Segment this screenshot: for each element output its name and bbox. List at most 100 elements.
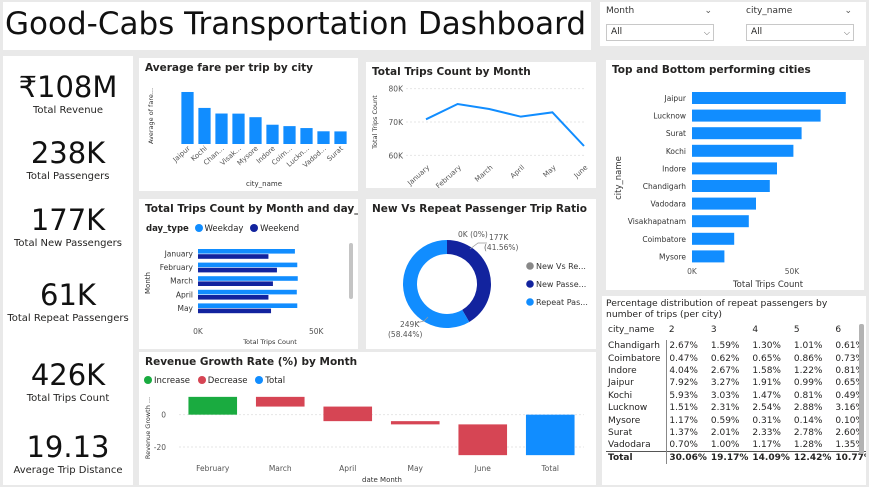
city-slicer-label: city_name xyxy=(746,6,793,16)
column-header[interactable]: 2 xyxy=(667,320,709,340)
y-axis-label: city_name xyxy=(614,156,624,200)
bar xyxy=(266,124,279,144)
table-row: Surat 1.37% 2.01% 2.33% 2.78% 2.60% xyxy=(606,426,866,440)
chevron-down-icon[interactable]: ⌄ xyxy=(844,4,852,18)
tick-label: 80K xyxy=(389,85,405,94)
top-bottom-panel[interactable]: Top and Bottom performing cities Jaipur L… xyxy=(606,60,864,290)
kpi-total-passengers: 238K Total Passengers xyxy=(3,136,133,182)
tick-label: June xyxy=(572,164,589,181)
trips-month-chart[interactable]: 60K 70K 80K January February March April May Jun… xyxy=(366,62,596,188)
pie-slice xyxy=(447,240,491,322)
top-bottom-chart[interactable]: Jaipur Lucknow Surat Kochi Indore Chandigarh V… xyxy=(606,60,864,290)
new-repeat-chart[interactable]: 0K (0%) 177K(41.56%)249K(58.44%)New Vs Re… xyxy=(366,199,596,349)
bar xyxy=(198,249,295,254)
table-cell: 5.93% xyxy=(669,390,698,401)
table-cell: 1.17% xyxy=(752,440,781,451)
dashboard-title: Good-Cabs Transportation Dashboard xyxy=(5,6,587,42)
title-panel: Good-Cabs Transportation Dashboard xyxy=(3,2,591,50)
table-scrollbar[interactable] xyxy=(859,324,864,454)
table-cell: 1.28% xyxy=(793,440,823,451)
table-cell: 2.88% xyxy=(793,403,823,414)
bar xyxy=(692,109,821,122)
table-cell: 0.81% xyxy=(793,390,823,401)
table-cell: Kochi xyxy=(606,389,668,402)
bar xyxy=(390,421,440,425)
tick-label: 60K xyxy=(389,151,405,160)
bar xyxy=(692,127,802,140)
kpi-value: 426K xyxy=(30,358,106,392)
tick-label: February xyxy=(435,164,463,188)
new-repeat-panel[interactable]: New Vs Repeat Passenger Trip Ratio 0K (0… xyxy=(366,199,596,349)
month-slicer: Month ⌄ All ⌵ xyxy=(606,4,714,41)
column-header[interactable]: city_name xyxy=(606,320,667,340)
data-label: (41.56%) xyxy=(484,243,519,252)
tick-label: Vadodara xyxy=(650,200,686,209)
tick-label: March xyxy=(269,464,292,473)
column-header[interactable]: 4 xyxy=(750,320,792,340)
tick-label: 50K xyxy=(309,327,325,336)
avg-fare-panel[interactable]: Average fare per trip by city Jaipur Koch… xyxy=(139,58,358,191)
x-axis-label: Total Trips Count xyxy=(732,280,804,290)
city-dropdown[interactable]: All ⌵ xyxy=(746,24,854,41)
tick-label: -20 xyxy=(154,443,166,452)
table-cell: 2.67% xyxy=(669,341,698,352)
table-cell: Total xyxy=(606,451,668,465)
bar xyxy=(198,107,211,144)
table-cell: 1.47% xyxy=(752,390,781,401)
dropdown-arrow-icon: ⌵ xyxy=(843,28,850,37)
bar xyxy=(692,92,846,104)
table-cell: Chandigarh xyxy=(606,340,668,353)
chevron-down-icon[interactable]: ⌄ xyxy=(704,4,712,18)
bar xyxy=(334,131,347,144)
dropdown-arrow-icon: ⌵ xyxy=(703,28,710,37)
kpi-label: Total Passengers xyxy=(26,171,110,182)
month-dropdown[interactable]: All ⌵ xyxy=(606,24,714,41)
bar xyxy=(255,396,305,407)
table-cell: Lucknow xyxy=(606,401,668,415)
legend-dot-icon xyxy=(526,280,534,288)
table-cell: 19.17% xyxy=(708,451,751,465)
table-cell: 2.67% xyxy=(710,365,740,376)
table-row: Indore 4.04% 2.67% 1.58% 1.22% 0.81% xyxy=(606,364,866,378)
bar xyxy=(198,281,273,286)
tick-label: Jaipur xyxy=(664,94,687,103)
repeat-table[interactable]: city_name 2 3 4 5 6 Chandigarh 2.67% 1.59% 1.30%… xyxy=(606,320,866,465)
bar xyxy=(323,406,373,422)
tick-label: Surat xyxy=(326,144,346,163)
x-axis-label: date Month xyxy=(362,476,402,484)
table-row: Vadodara 0.70% 1.00% 1.17% 1.28% 1.35% xyxy=(606,439,866,452)
rev-growth-panel[interactable]: Revenue Growth Rate (%) by Month Increas… xyxy=(139,352,596,485)
legend-dot-icon xyxy=(526,298,534,306)
tick-label: May xyxy=(407,464,423,473)
bar xyxy=(198,289,297,295)
bar xyxy=(692,144,794,157)
table-cell: Jaipur xyxy=(606,377,668,390)
y-axis-label: Revenue Growth ... xyxy=(144,397,152,459)
column-header[interactable]: 3 xyxy=(709,320,751,340)
tick-label: January xyxy=(164,250,194,259)
column-header[interactable]: 5 xyxy=(792,320,834,340)
bar xyxy=(198,262,298,268)
trips-daytype-panel[interactable]: Total Trips Count by Month and day_type … xyxy=(139,199,358,349)
tick-label: Kochi xyxy=(666,147,686,156)
tick-label: April xyxy=(339,464,356,473)
trips-daytype-chart[interactable]: JanuaryFebruaryMarchAprilMay0K 50KMonthTo… xyxy=(139,199,358,349)
tick-label: Visakhapatnam xyxy=(628,217,686,226)
x-axis-label: Total Trips Count xyxy=(242,338,297,346)
table-cell: 0.31% xyxy=(752,415,781,426)
table-row: Lucknow 1.51% 2.31% 2.54% 2.88% 3.16% xyxy=(606,401,866,415)
bar xyxy=(692,250,725,263)
bar xyxy=(198,303,298,308)
kpi-total-new-passengers: 177K Total New Passengers xyxy=(3,203,133,249)
table-cell: 4.04% xyxy=(669,365,698,376)
tick-label: Chandigarh xyxy=(643,182,686,191)
rev-growth-chart[interactable]: 0-20February March April May June TotalRevenu… xyxy=(139,352,596,485)
table-cell: 2.01% xyxy=(710,427,740,438)
avg-fare-chart[interactable]: JaipurKochiChan...Visak...MysoreIndoreCo… xyxy=(139,58,358,191)
trips-month-panel[interactable]: Total Trips Count by Month 60K 70K 80K Janu… xyxy=(366,62,596,188)
table-cell: 3.03% xyxy=(710,390,740,401)
table-cell: 1.01% xyxy=(793,341,823,352)
bar xyxy=(300,128,313,144)
repeat-table-panel[interactable]: Percentage distribution of repeat passen… xyxy=(602,296,866,485)
kpi-value: 61K xyxy=(40,278,96,312)
